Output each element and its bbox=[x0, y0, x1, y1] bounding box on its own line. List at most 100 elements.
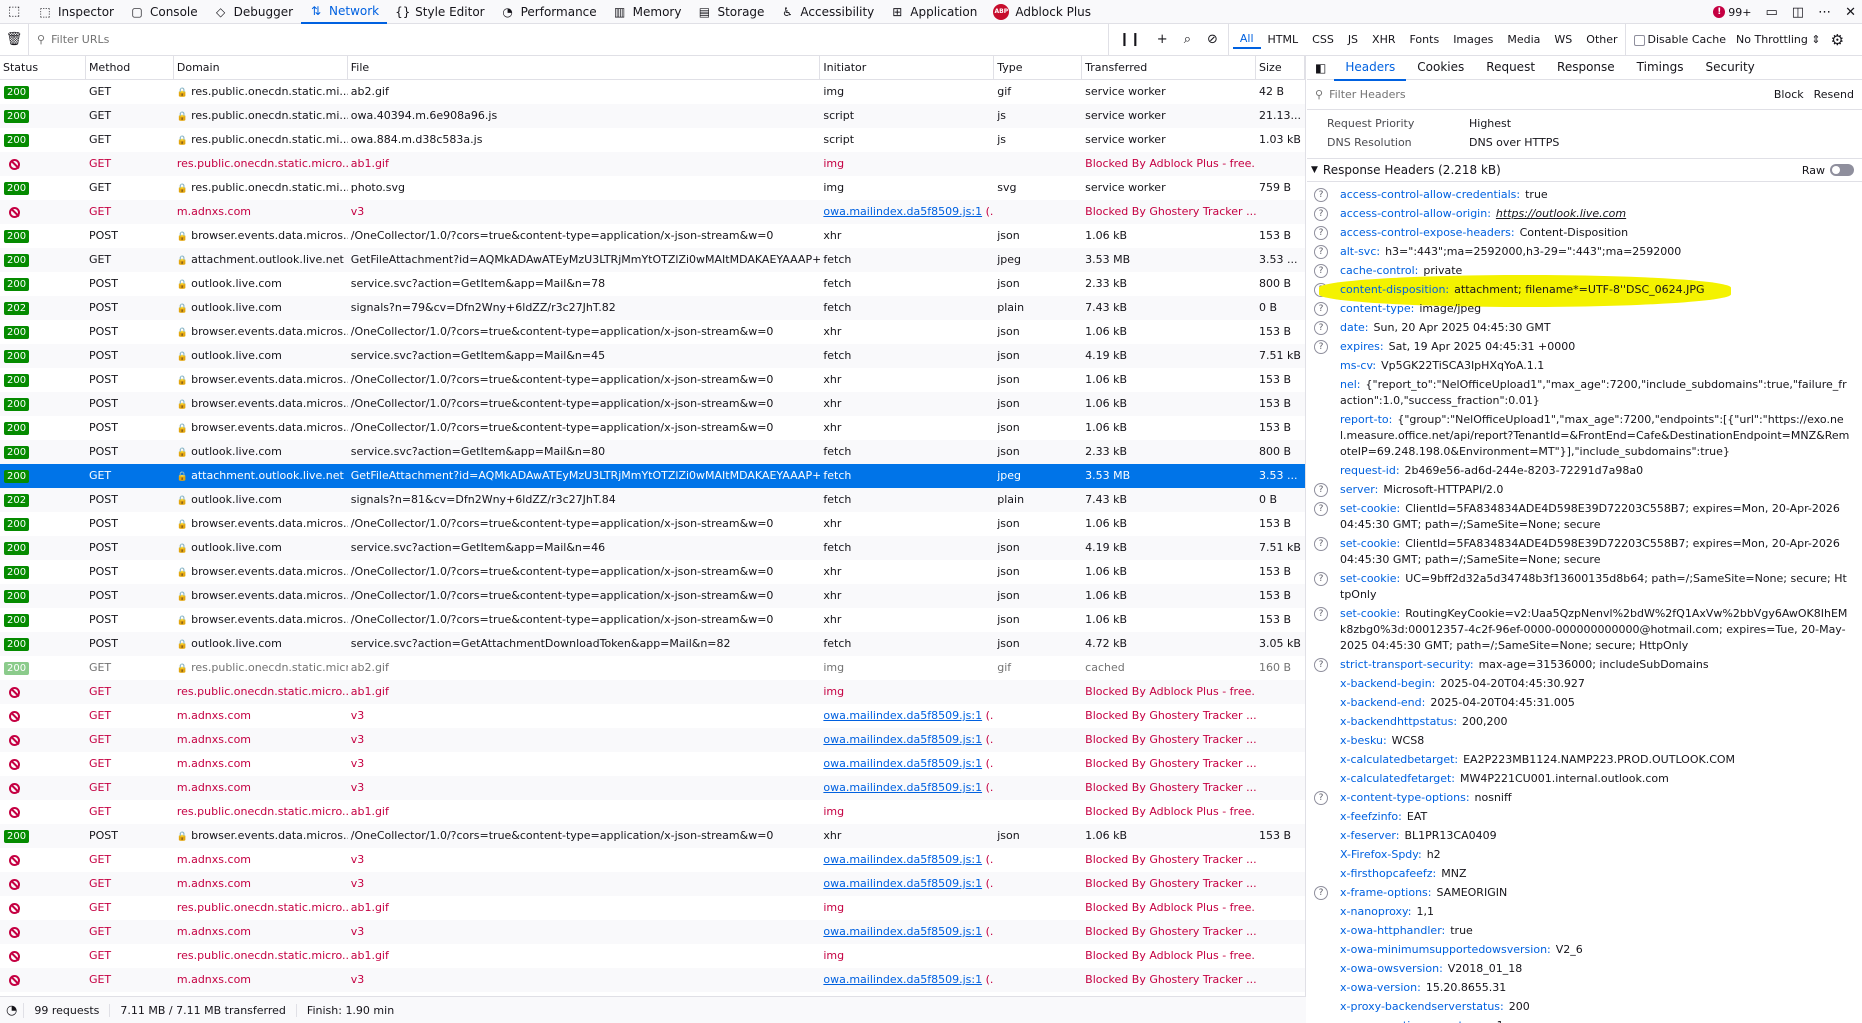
initiator-link[interactable]: owa.mailindex.da5f8509.js:1 bbox=[823, 925, 982, 938]
table-row[interactable]: 200 POST 🔒 browser.events.data.micros.../On… bbox=[0, 368, 1305, 392]
filter-headers-input[interactable]: ⚲ Filter Headers Block Resend bbox=[1307, 80, 1862, 110]
response-header-row[interactable]: x-proxy-backendserverstatus: 200 bbox=[1307, 998, 1862, 1017]
response-header-row[interactable]: ? content-type: image/jpeg bbox=[1307, 300, 1862, 319]
table-row[interactable]: 200 POST 🔒 browser.events.data.micros.../On… bbox=[0, 416, 1305, 440]
resend-button[interactable]: Resend bbox=[1814, 88, 1854, 101]
table-row[interactable]: 202 POST 🔒 outlook.live.com signals?n=79&cv=… bbox=[0, 296, 1305, 320]
response-header-row[interactable]: x-nanoproxy: 1,1 bbox=[1307, 903, 1862, 922]
type-filter-html[interactable]: HTML bbox=[1261, 31, 1306, 48]
performance-analysis-icon[interactable]: ◔ bbox=[0, 1002, 25, 1018]
response-header-row[interactable]: report-to: {"group":"NelOfficeUpload1","m… bbox=[1307, 411, 1862, 462]
help-icon[interactable]: ? bbox=[1314, 207, 1328, 221]
help-icon[interactable]: ? bbox=[1314, 607, 1328, 621]
table-row[interactable]: 200 GET 🔒 res.public.onecdn.static.mi... owa… bbox=[0, 104, 1305, 128]
response-header-row[interactable]: ? access-control-expose-headers: Content-D… bbox=[1307, 224, 1862, 243]
help-icon[interactable]: ? bbox=[1314, 321, 1328, 335]
tab-network[interactable]: ⇅ Network bbox=[301, 0, 388, 24]
help-icon[interactable]: ? bbox=[1314, 302, 1328, 316]
column-header-file[interactable]: File bbox=[348, 56, 821, 79]
response-header-row[interactable]: x-backend-end: 2025-04-20T04:45:31.005 bbox=[1307, 694, 1862, 713]
help-icon[interactable]: ? bbox=[1314, 264, 1328, 278]
column-header-initiator[interactable]: Initiator bbox=[820, 56, 995, 79]
tab-application[interactable]: ⊞ Application bbox=[882, 0, 985, 24]
column-header-transferred[interactable]: Transferred bbox=[1082, 56, 1257, 79]
tab-accessibility[interactable]: ♿ Accessibility bbox=[772, 0, 882, 24]
table-row[interactable]: GET m.adnxs.com v3 owa.mailindex.da5f8509.j… bbox=[0, 872, 1305, 896]
error-count[interactable]: ! 99+ bbox=[1713, 6, 1752, 19]
table-row[interactable]: 200 POST 🔒 browser.events.data.micros.../On… bbox=[0, 584, 1305, 608]
table-row[interactable]: 200 GET 🔒 res.public.onecdn.static.mi... ab2… bbox=[0, 80, 1305, 104]
trash-icon[interactable]: 🗑 bbox=[0, 32, 28, 47]
table-row[interactable]: GET res.public.onecdn.static.micro... ab1.… bbox=[0, 896, 1305, 920]
response-header-row[interactable]: x-proxy-routingcorrectness: 1 bbox=[1307, 1017, 1862, 1023]
details-tab-cookies[interactable]: Cookies bbox=[1406, 56, 1475, 81]
column-header-method[interactable]: Method bbox=[86, 56, 174, 79]
response-header-row[interactable]: X-Firefox-Spdy: h2 bbox=[1307, 846, 1862, 865]
details-tab-timings[interactable]: Timings bbox=[1626, 56, 1695, 81]
response-header-row[interactable]: ? cache-control: private bbox=[1307, 262, 1862, 281]
response-header-row[interactable]: ? set-cookie: UC=9bff2d32a5d34748b3f136001… bbox=[1307, 570, 1862, 605]
help-icon[interactable]: ? bbox=[1314, 791, 1328, 805]
help-icon[interactable]: ? bbox=[1314, 245, 1328, 259]
response-header-row[interactable]: nel: {"report_to":"NelOfficeUpload1","max… bbox=[1307, 376, 1862, 411]
more-options-icon[interactable]: ⋯ bbox=[1818, 5, 1831, 20]
response-header-row[interactable]: ? expires: Sat, 19 Apr 2025 04:45:31 +0000 bbox=[1307, 338, 1862, 357]
table-row[interactable]: 200 POST 🔒 outlook.live.com service.svc?acti… bbox=[0, 344, 1305, 368]
table-row[interactable]: 200 GET 🔒res.public.onecdn.static.micro...… bbox=[0, 656, 1305, 680]
tab-memory[interactable]: ▥ Memory bbox=[605, 0, 690, 24]
response-header-row[interactable]: ? date: Sun, 20 Apr 2025 04:45:30 GMT bbox=[1307, 319, 1862, 338]
details-tab-security[interactable]: Security bbox=[1694, 56, 1765, 81]
settings-gear-icon[interactable]: ⚙ bbox=[1831, 31, 1844, 49]
table-row[interactable]: GET m.adnxs.com v3 owa.mailindex.da5f8509.j… bbox=[0, 968, 1305, 992]
table-row[interactable]: GET res.public.onecdn.static.micro... ab1.… bbox=[0, 680, 1305, 704]
initiator-link[interactable]: owa.mailindex.da5f8509.js:1 bbox=[823, 781, 982, 794]
tab-storage[interactable]: ▤ Storage bbox=[689, 0, 772, 24]
table-row[interactable]: 200 POST 🔒 browser.events.data.micros.../On… bbox=[0, 512, 1305, 536]
details-tab-response[interactable]: Response bbox=[1546, 56, 1626, 81]
search-icon[interactable]: ⌕ bbox=[1184, 32, 1191, 47]
help-icon[interactable]: ? bbox=[1314, 658, 1328, 672]
table-row[interactable]: 200 POST 🔒 browser.events.data.micros.../On… bbox=[0, 824, 1305, 848]
response-header-row[interactable]: x-feserver: BL1PR13CA0409 bbox=[1307, 827, 1862, 846]
response-header-row[interactable]: ? set-cookie: RoutingKeyCookie=v2:Uaa5QzpN… bbox=[1307, 605, 1862, 656]
close-icon[interactable]: ✕ bbox=[1845, 5, 1856, 20]
response-header-row[interactable]: x-owa-version: 15.20.8655.31 bbox=[1307, 979, 1862, 998]
initiator-link[interactable]: owa.mailindex.da5f8509.js:1 bbox=[823, 709, 982, 722]
column-header-status[interactable]: Status bbox=[0, 56, 86, 79]
dock-side-icon[interactable]: ◫ bbox=[1792, 5, 1804, 20]
table-row[interactable]: 200 POST 🔒 browser.events.data.micros.../On… bbox=[0, 392, 1305, 416]
tab-style-editor[interactable]: {} Style Editor bbox=[387, 0, 492, 24]
help-icon[interactable]: ? bbox=[1314, 483, 1328, 497]
table-row[interactable]: GET res.public.onecdn.static.micro... ab1.… bbox=[0, 944, 1305, 968]
type-filter-js[interactable]: JS bbox=[1341, 31, 1365, 48]
table-row[interactable]: GET m.adnxs.com v3 owa.mailindex.da5f8509.j… bbox=[0, 752, 1305, 776]
response-header-row[interactable]: x-owa-owsversion: V2018_01_18 bbox=[1307, 960, 1862, 979]
response-header-row[interactable]: ? set-cookie: ClientId=5FA834834ADE4D598E3… bbox=[1307, 500, 1862, 535]
table-row[interactable]: GET m.adnxs.com v3 owa.mailindex.da5f8509.j… bbox=[0, 920, 1305, 944]
filter-urls-input[interactable]: ⚲ Filter URLs bbox=[28, 24, 1108, 55]
initiator-link[interactable]: owa.mailindex.da5f8509.js:1 bbox=[823, 733, 982, 746]
initiator-link[interactable]: owa.mailindex.da5f8509.js:1 bbox=[823, 205, 982, 218]
table-row[interactable]: 200 POST 🔒 browser.events.data.micros.../On… bbox=[0, 560, 1305, 584]
table-row[interactable]: GET m.adnxs.com v3 owa.mailindex.da5f8509.j… bbox=[0, 200, 1305, 224]
response-header-row[interactable]: ? access-control-allow-credentials: true bbox=[1307, 186, 1862, 205]
response-header-row[interactable]: x-calculatedbetarget: EA2P223MB1124.NAMP2… bbox=[1307, 751, 1862, 770]
response-header-row[interactable]: ? set-cookie: ClientId=5FA834834ADE4D598E3… bbox=[1307, 535, 1862, 570]
table-row[interactable]: 200 POST 🔒 browser.events.data.micros.../On… bbox=[0, 320, 1305, 344]
type-filter-ws[interactable]: WS bbox=[1547, 31, 1579, 48]
disable-cache-checkbox[interactable]: Disable Cache bbox=[1633, 33, 1726, 46]
add-icon[interactable]: + bbox=[1157, 32, 1168, 47]
tab-debugger[interactable]: ◇ Debugger bbox=[206, 0, 301, 24]
table-row[interactable]: 200 POST 🔒 outlook.live.com service.svc?acti… bbox=[0, 440, 1305, 464]
column-header-size[interactable]: Size bbox=[1256, 56, 1305, 79]
type-filter-media[interactable]: Media bbox=[1500, 31, 1547, 48]
table-row[interactable]: 200 GET 🔒 attachment.outlook.live.net GetFil… bbox=[0, 464, 1305, 488]
type-filter-images[interactable]: Images bbox=[1446, 31, 1500, 48]
table-row[interactable]: GET m.adnxs.com v3 owa.mailindex.da5f8509.j… bbox=[0, 728, 1305, 752]
response-header-row[interactable]: ms-cv: Vp5GK22TiSCA3IpHXqYoA.1.1 bbox=[1307, 357, 1862, 376]
response-header-row[interactable]: ? access-control-allow-origin: https://out… bbox=[1307, 205, 1862, 224]
response-header-row[interactable]: request-id: 2b469e56-ad6d-244e-8203-72291… bbox=[1307, 462, 1862, 481]
response-header-row[interactable]: x-owa-httphandler: true bbox=[1307, 922, 1862, 941]
response-header-row[interactable]: x-besku: WCS8 bbox=[1307, 732, 1862, 751]
response-header-row[interactable]: ? alt-svc: h3=":443";ma=2592000,h3-29=":44… bbox=[1307, 243, 1862, 262]
